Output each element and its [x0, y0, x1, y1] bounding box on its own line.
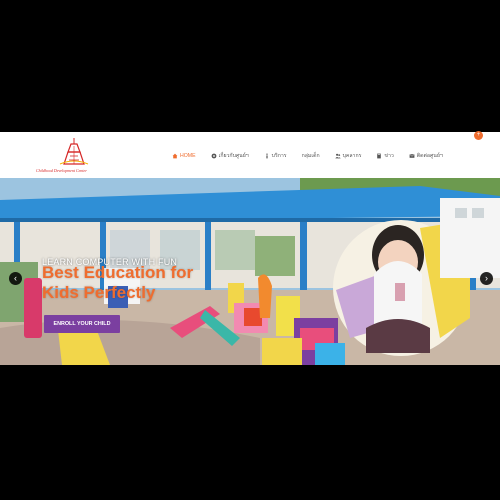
- nav-label: กลุ่มเด็ก: [301, 153, 320, 159]
- nav-label: HOME: [180, 153, 196, 159]
- home-icon: [172, 153, 178, 159]
- main-nav: HOME เกี่ยวกับศูนย์ฯ บริการ กลุ่มเด็ก บุ…: [172, 151, 458, 161]
- users-icon: [334, 153, 341, 159]
- gear-icon: [211, 153, 216, 159]
- nav-label: บุคลากร: [342, 153, 362, 159]
- info-icon: [266, 153, 268, 159]
- nav-item-contact[interactable]: ติดต่อศูนย์ฯ: [409, 152, 443, 160]
- nav-item-about[interactable]: เกี่ยวกับศูนย์ฯ: [211, 152, 249, 160]
- slider-next-button[interactable]: ›: [480, 272, 493, 285]
- page: Childhood Development Center HOME เกี่ยว…: [0, 0, 500, 500]
- nav-label: ข่าว: [384, 153, 394, 159]
- nav-item-services[interactable]: บริการ: [264, 152, 287, 160]
- site-header: Childhood Development Center HOME เกี่ยว…: [0, 132, 500, 178]
- book-icon: [377, 153, 382, 159]
- scroll-top-button[interactable]: +: [474, 131, 483, 140]
- nav-label: เกี่ยวกับศูนย์ฯ: [218, 153, 249, 159]
- hero-title-line-1: Best Education for: [42, 263, 194, 282]
- chevron-left-icon: ‹: [14, 273, 17, 283]
- nav-item-news[interactable]: ข่าว: [376, 152, 394, 160]
- logo-caption: Childhood Development Center: [36, 168, 87, 173]
- enroll-button[interactable]: ENROLL YOUR CHILD: [44, 315, 120, 333]
- chevron-right-icon: ›: [485, 273, 488, 283]
- nav-item-groups[interactable]: กลุ่มเด็ก: [302, 152, 320, 160]
- hero-title-line-2: Kids Perfectly: [42, 283, 156, 302]
- hero-title: Best Education for Kids Perfectly: [42, 263, 242, 303]
- slider-prev-button[interactable]: ‹: [9, 272, 22, 285]
- nav-item-home[interactable]: HOME: [172, 153, 196, 159]
- nav-label: บริการ: [271, 153, 287, 159]
- nav-label: ติดต่อศูนย์ฯ: [416, 153, 443, 159]
- logo-tower-icon: [59, 138, 89, 165]
- mail-icon: [409, 154, 415, 158]
- nav-item-staff[interactable]: บุคลากร: [334, 152, 362, 160]
